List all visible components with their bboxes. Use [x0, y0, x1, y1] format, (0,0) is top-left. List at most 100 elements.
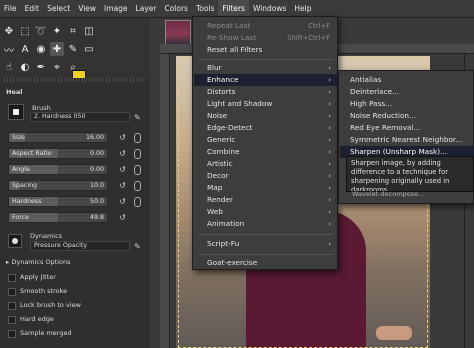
eraser-tool-icon[interactable]: ▭ [82, 42, 96, 56]
filters-render[interactable]: Render › [194, 194, 338, 206]
rect-select-tool-icon[interactable]: ⬚ [18, 24, 32, 38]
tool-options-panel: Heal Brush 2. Hardness 050 ✎ Size 16.00 … [0, 78, 150, 348]
hard-edge-checkbox[interactable] [8, 316, 16, 324]
filters-script-fu[interactable]: Script-Fu › [194, 238, 338, 250]
enhance-red-eye-removal[interactable]: Red Eye Removal... [340, 122, 474, 134]
filters-reshow-last[interactable]: Re-Show Last Shift+Ctrl+F [194, 32, 338, 44]
submenu-arrow-icon: › [328, 148, 331, 156]
sample-merged-checkbox[interactable] [8, 330, 16, 338]
force-reset-icon[interactable]: ↺ [118, 213, 127, 222]
edit-brush-icon[interactable]: ✎ [134, 113, 143, 122]
menu-colors[interactable]: Colors [160, 0, 192, 18]
size-link-icon[interactable] [134, 133, 141, 143]
wavelet-decompose-item-partial[interactable]: Wavelet-decompose... [352, 190, 424, 198]
decor-label: Decor [207, 171, 229, 180]
paintbrush-tool-icon[interactable]: ✎ [66, 42, 80, 56]
brush-shape-icon [13, 109, 19, 115]
apply-jitter-checkbox[interactable] [8, 274, 16, 282]
smooth-stroke-checkbox[interactable] [8, 288, 16, 296]
filters-decor[interactable]: Decor › [194, 170, 338, 182]
menu-select[interactable]: Select [43, 0, 74, 18]
spacing-link-icon[interactable] [134, 181, 141, 191]
hardness-slider[interactable]: Hardness 50.0 [8, 196, 108, 207]
enhance-antialias[interactable]: Antialias [340, 74, 474, 86]
menu-image[interactable]: Image [100, 0, 132, 18]
aspect-ratio-slider[interactable]: Aspect Ratio 0.00 [8, 148, 108, 159]
hardness-link-icon[interactable] [134, 197, 141, 207]
filters-light-and-shadow[interactable]: Light and Shadow › [194, 98, 338, 110]
menu-file[interactable]: File [0, 0, 21, 18]
expander-arrow-icon: ▸ [6, 258, 10, 266]
enhance-label: Enhance [207, 75, 239, 84]
dynamics-options-label: Dynamics Options [11, 258, 71, 266]
brush-preview[interactable] [8, 104, 24, 120]
angle-reset-icon[interactable]: ↺ [118, 165, 127, 174]
submenu-arrow-icon: › [328, 172, 331, 180]
unified-transform-tool-icon[interactable]: ◫ [82, 24, 96, 38]
filters-combine[interactable]: Combine › [194, 146, 338, 158]
dodge-tool-icon[interactable]: ◐ [18, 60, 32, 74]
move-tool-icon[interactable]: ✥ [2, 24, 16, 38]
lock-brush-checkbox[interactable] [8, 302, 16, 310]
fuzzy-select-tool-icon[interactable]: ✦ [50, 24, 64, 38]
submenu-arrow-icon: › [328, 240, 331, 248]
filters-animation[interactable]: Animation › [194, 218, 338, 230]
size-reset-icon[interactable]: ↺ [118, 133, 127, 142]
text-tool-icon[interactable]: A [18, 42, 32, 56]
reset-all-label: Reset all Filters [207, 45, 263, 54]
aspect-ratio-link-icon[interactable] [134, 149, 141, 159]
brush-name-field[interactable]: 2. Hardness 050 [30, 112, 130, 122]
menu-edit[interactable]: Edit [21, 0, 44, 18]
dynamics-preview[interactable] [8, 234, 22, 248]
image-tab-thumbnail[interactable] [165, 20, 191, 46]
vertical-ruler[interactable] [160, 54, 170, 348]
menu-view[interactable]: View [74, 0, 100, 18]
crop-tool-icon[interactable]: ⌗ [66, 24, 80, 38]
bucket-fill-tool-icon[interactable]: ◉ [34, 42, 48, 56]
aspect-ratio-reset-icon[interactable]: ↺ [118, 149, 127, 158]
filters-repeat-last[interactable]: Repeat Last Ctrl+F [194, 20, 338, 32]
size-label: Size [12, 134, 25, 141]
size-value: 16.00 [85, 134, 104, 141]
menu-tools[interactable]: Tools [192, 0, 218, 18]
angle-link-icon[interactable] [134, 165, 141, 175]
smudge-tool-icon[interactable]: ☝ [2, 60, 16, 74]
spacing-reset-icon[interactable]: ↺ [118, 181, 127, 190]
filters-map[interactable]: Map › [194, 182, 338, 194]
filters-goat-exercise[interactable]: Goat-exercise [194, 257, 338, 269]
filters-blur[interactable]: Blur › [194, 62, 338, 74]
color-picker-tool-icon[interactable]: ⌖ [50, 60, 64, 74]
filters-reset-all[interactable]: Reset all Filters [194, 44, 338, 56]
menu-windows[interactable]: Windows [249, 0, 290, 18]
dynamics-options-expander[interactable]: ▸ Dynamics Options [6, 258, 71, 266]
hardness-reset-icon[interactable]: ↺ [118, 197, 127, 206]
filters-artistic[interactable]: Artistic › [194, 158, 338, 170]
lasso-tool-icon[interactable]: ➰ [34, 24, 48, 38]
angle-label: Angle [12, 166, 30, 173]
heal-tool-icon[interactable]: ✚ [50, 42, 64, 56]
enhance-high-pass[interactable]: High Pass... [340, 98, 474, 110]
enhance-symmetric-nearest-neighbor[interactable]: Symmetric Nearest Neighbor... [340, 134, 474, 146]
warp-tool-icon[interactable]: 〰 [2, 42, 16, 57]
force-slider[interactable]: Force 49.8 [8, 212, 108, 223]
panel-drag-handle[interactable] [4, 78, 144, 82]
angle-slider[interactable]: Angle 0.00 [8, 164, 108, 175]
dynamics-field[interactable]: Pressure Opacity [30, 241, 130, 251]
size-slider[interactable]: Size 16.00 [8, 132, 108, 143]
menu-filters[interactable]: Filters [218, 0, 249, 18]
paths-tool-icon[interactable]: ✒ [34, 60, 48, 74]
enhance-deinterlace[interactable]: Deinterlace... [340, 86, 474, 98]
edit-dynamics-icon[interactable]: ✎ [134, 242, 143, 251]
filters-distorts[interactable]: Distorts › [194, 86, 338, 98]
filters-generic[interactable]: Generic › [194, 134, 338, 146]
enhance-noise-reduction[interactable]: Noise Reduction... [340, 110, 474, 122]
filters-edge-detect[interactable]: Edge-Detect › [194, 122, 338, 134]
lock-brush-label: Lock brush to view [20, 301, 81, 309]
menu-help[interactable]: Help [290, 0, 315, 18]
filters-web[interactable]: Web › [194, 206, 338, 218]
noise-label: Noise [207, 111, 228, 120]
filters-enhance[interactable]: Enhance › [194, 74, 338, 86]
menu-layer[interactable]: Layer [132, 0, 161, 18]
spacing-slider[interactable]: Spacing 10.0 [8, 180, 108, 191]
filters-noise[interactable]: Noise › [194, 110, 338, 122]
